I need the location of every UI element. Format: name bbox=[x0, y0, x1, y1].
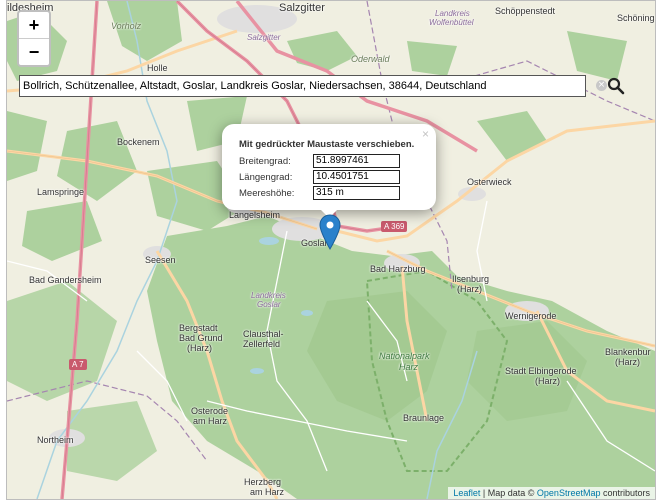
place-seesen: Seesen bbox=[145, 255, 176, 265]
place-bergstadt-3: (Harz) bbox=[187, 343, 212, 353]
place-herzberg-1: Herzberg bbox=[244, 477, 282, 487]
geocoder-search: Bollrich, Schützenallee, Altstadt, Gosla… bbox=[19, 75, 607, 97]
elevation-field[interactable]: 315 m bbox=[313, 186, 400, 200]
map-attribution: Leaflet | Map data © OpenStreetMap contr… bbox=[448, 487, 655, 499]
place-schoeppenstedt: Schöppenstedt bbox=[495, 6, 556, 16]
osm-link[interactable]: OpenStreetMap bbox=[537, 488, 601, 498]
place-blankenburg-2: (Harz) bbox=[615, 357, 640, 367]
place-langelsheim: Langelsheim bbox=[229, 210, 281, 220]
place-braunlage: Braunlage bbox=[403, 413, 445, 423]
place-lk-wolfenbuettel-2: Wolfenbüttel bbox=[429, 18, 474, 27]
place-osterode-1: Osterode bbox=[191, 406, 229, 416]
elevation-label: Meereshöhe: bbox=[239, 188, 295, 199]
place-bockenem: Bockenem bbox=[117, 137, 160, 147]
place-northeim: Northeim bbox=[37, 435, 74, 445]
place-wernigerode: Wernigerode bbox=[505, 311, 557, 321]
place-clausthal-1: Clausthal- bbox=[243, 329, 284, 339]
latitude-field[interactable]: 51.8997461 bbox=[313, 154, 400, 168]
place-nationalpark-2: Harz bbox=[399, 362, 419, 372]
leaflet-link[interactable]: Leaflet bbox=[453, 488, 480, 498]
road-shield-a369: A 369 bbox=[381, 221, 408, 232]
latitude-label: Breitengrad: bbox=[239, 156, 291, 167]
longitude-field[interactable]: 10.4501751 bbox=[313, 170, 400, 184]
search-icon[interactable] bbox=[607, 76, 625, 96]
search-input[interactable]: Bollrich, Schützenallee, Altstadt, Gosla… bbox=[19, 75, 586, 97]
place-bergstadt-2: Bad Grund bbox=[179, 333, 223, 343]
attribution-suffix: contributors bbox=[600, 488, 650, 498]
place-oderwald: Oderwald bbox=[351, 54, 390, 64]
popup-title: Mit gedrückter Maustaste verschieben. bbox=[239, 139, 415, 150]
map-container[interactable]: Salzgitter ildesheim Schöppenstedt Schön… bbox=[6, 0, 656, 500]
place-osterode-2: am Harz bbox=[193, 416, 228, 426]
popup-close-icon[interactable]: × bbox=[422, 127, 429, 141]
place-lk-salzgitter: Salzgitter bbox=[247, 33, 281, 42]
zoom-out-button[interactable]: − bbox=[19, 39, 49, 65]
place-vorholz: Vorholz bbox=[111, 21, 142, 31]
place-nationalpark-1: Nationalpark bbox=[379, 351, 430, 361]
place-clausthal-2: Zellerfeld bbox=[243, 339, 281, 349]
place-lamspringe: Lamspringe bbox=[37, 187, 85, 197]
place-bergstadt-1: Bergstadt bbox=[179, 323, 218, 333]
clear-search-icon[interactable]: × bbox=[596, 80, 607, 91]
place-bad-harzburg: Bad Harzburg bbox=[370, 264, 426, 274]
place-holle: Holle bbox=[147, 63, 168, 73]
place-elbingerode-2: (Harz) bbox=[535, 376, 560, 386]
place-bad-gandersheim: Bad Gandersheim bbox=[29, 275, 102, 285]
place-elbingerode-1: Stadt Elbingerode bbox=[505, 366, 577, 376]
place-salzgitter: Salzgitter bbox=[279, 2, 325, 14]
place-blankenburg-1: Blankenbur bbox=[605, 347, 651, 357]
place-lk-goslar-2: Goslar bbox=[257, 300, 281, 309]
place-ilsenburg-1: Ilsenburg bbox=[452, 274, 490, 284]
attribution-separator: | Map data © bbox=[480, 488, 537, 498]
zoom-in-button[interactable]: + bbox=[19, 12, 49, 39]
longitude-label: Längengrad: bbox=[239, 172, 293, 183]
place-schoening: Schöning bbox=[617, 13, 655, 23]
place-osterwieck: Osterwieck bbox=[467, 177, 512, 187]
road-shield-a7: A 7 bbox=[69, 359, 87, 370]
zoom-control: + − bbox=[17, 10, 51, 67]
location-marker-icon[interactable] bbox=[319, 214, 341, 250]
location-popup: × Mit gedrückter Maustaste verschieben. … bbox=[222, 124, 436, 210]
place-ilsenburg-2: (Harz) bbox=[457, 284, 482, 294]
place-herzberg-2: am Harz bbox=[250, 487, 285, 497]
